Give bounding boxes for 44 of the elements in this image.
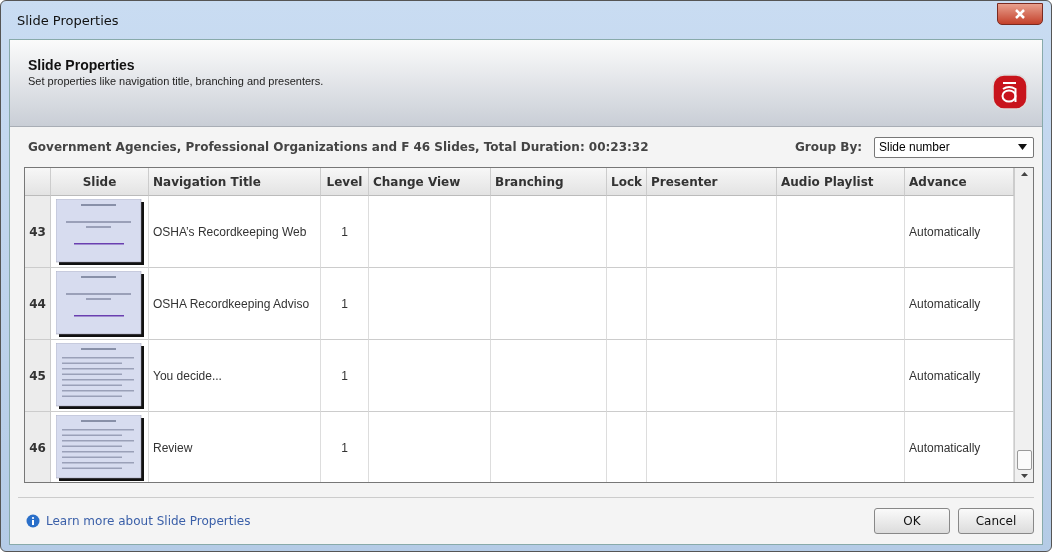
close-button[interactable]	[997, 3, 1043, 25]
app-logo-icon	[992, 74, 1028, 110]
slide-number: 43	[25, 196, 51, 268]
header-cell	[25, 168, 51, 196]
dropdown-caret-icon	[1018, 144, 1027, 150]
column-header[interactable]: Navigation Title	[149, 168, 321, 196]
cancel-button[interactable]: Cancel	[958, 508, 1034, 534]
learn-more-link[interactable]: Learn more about Slide Properties	[46, 514, 251, 528]
column-header[interactable]: Lock	[607, 168, 647, 196]
header-title: Slide Properties	[28, 57, 136, 73]
column-header[interactable]: Change View	[369, 168, 491, 196]
column-header[interactable]: Level	[321, 168, 369, 196]
vertical-scrollbar[interactable]	[1014, 168, 1033, 482]
level-cell: 1	[321, 412, 369, 482]
scroll-down-icon	[1020, 474, 1028, 478]
table-cell	[607, 340, 647, 412]
level-cell: 1	[321, 268, 369, 340]
header-subtitle: Set properties like navigation title, branching and presenters.	[28, 75, 324, 87]
table-cell	[607, 268, 647, 340]
window-title: Slide Properties	[17, 12, 119, 28]
level-cell: 1	[321, 340, 369, 412]
navigation-title-cell: OSHA’s Recordkeeping Web	[149, 196, 321, 268]
group-by-label: Group By:	[794, 140, 862, 154]
group-by-dropdown[interactable]: Slide number	[874, 136, 1034, 158]
scroll-up-icon	[1020, 172, 1028, 176]
navigation-title-cell: Review	[149, 412, 321, 482]
scroll-thumb[interactable]	[1016, 450, 1032, 470]
table-cell	[607, 196, 647, 268]
slide-number: 45	[25, 340, 51, 412]
column-header[interactable]: Presenter	[647, 168, 777, 196]
info-icon	[26, 514, 40, 528]
slide-number: 46	[25, 412, 51, 482]
column-header[interactable]: Advance	[905, 168, 1014, 196]
navigation-title-cell: You decide...	[149, 340, 321, 412]
column-header[interactable]: Branching	[491, 168, 607, 196]
close-icon	[1014, 8, 1026, 20]
ok-button[interactable]: OK	[874, 508, 950, 534]
level-cell: 1	[321, 196, 369, 268]
navigation-title-cell: OSHA Recordkeeping Adviso	[149, 268, 321, 340]
column-header[interactable]: Audio Playlist	[777, 168, 905, 196]
slide-number: 44	[25, 268, 51, 340]
course-title: Government Agencies, Professional Organizations and F	[28, 140, 410, 154]
column-header[interactable]: Slide	[51, 168, 149, 196]
slide-summary: 46 Slides, Total Duration: 00:23:32	[413, 140, 649, 154]
